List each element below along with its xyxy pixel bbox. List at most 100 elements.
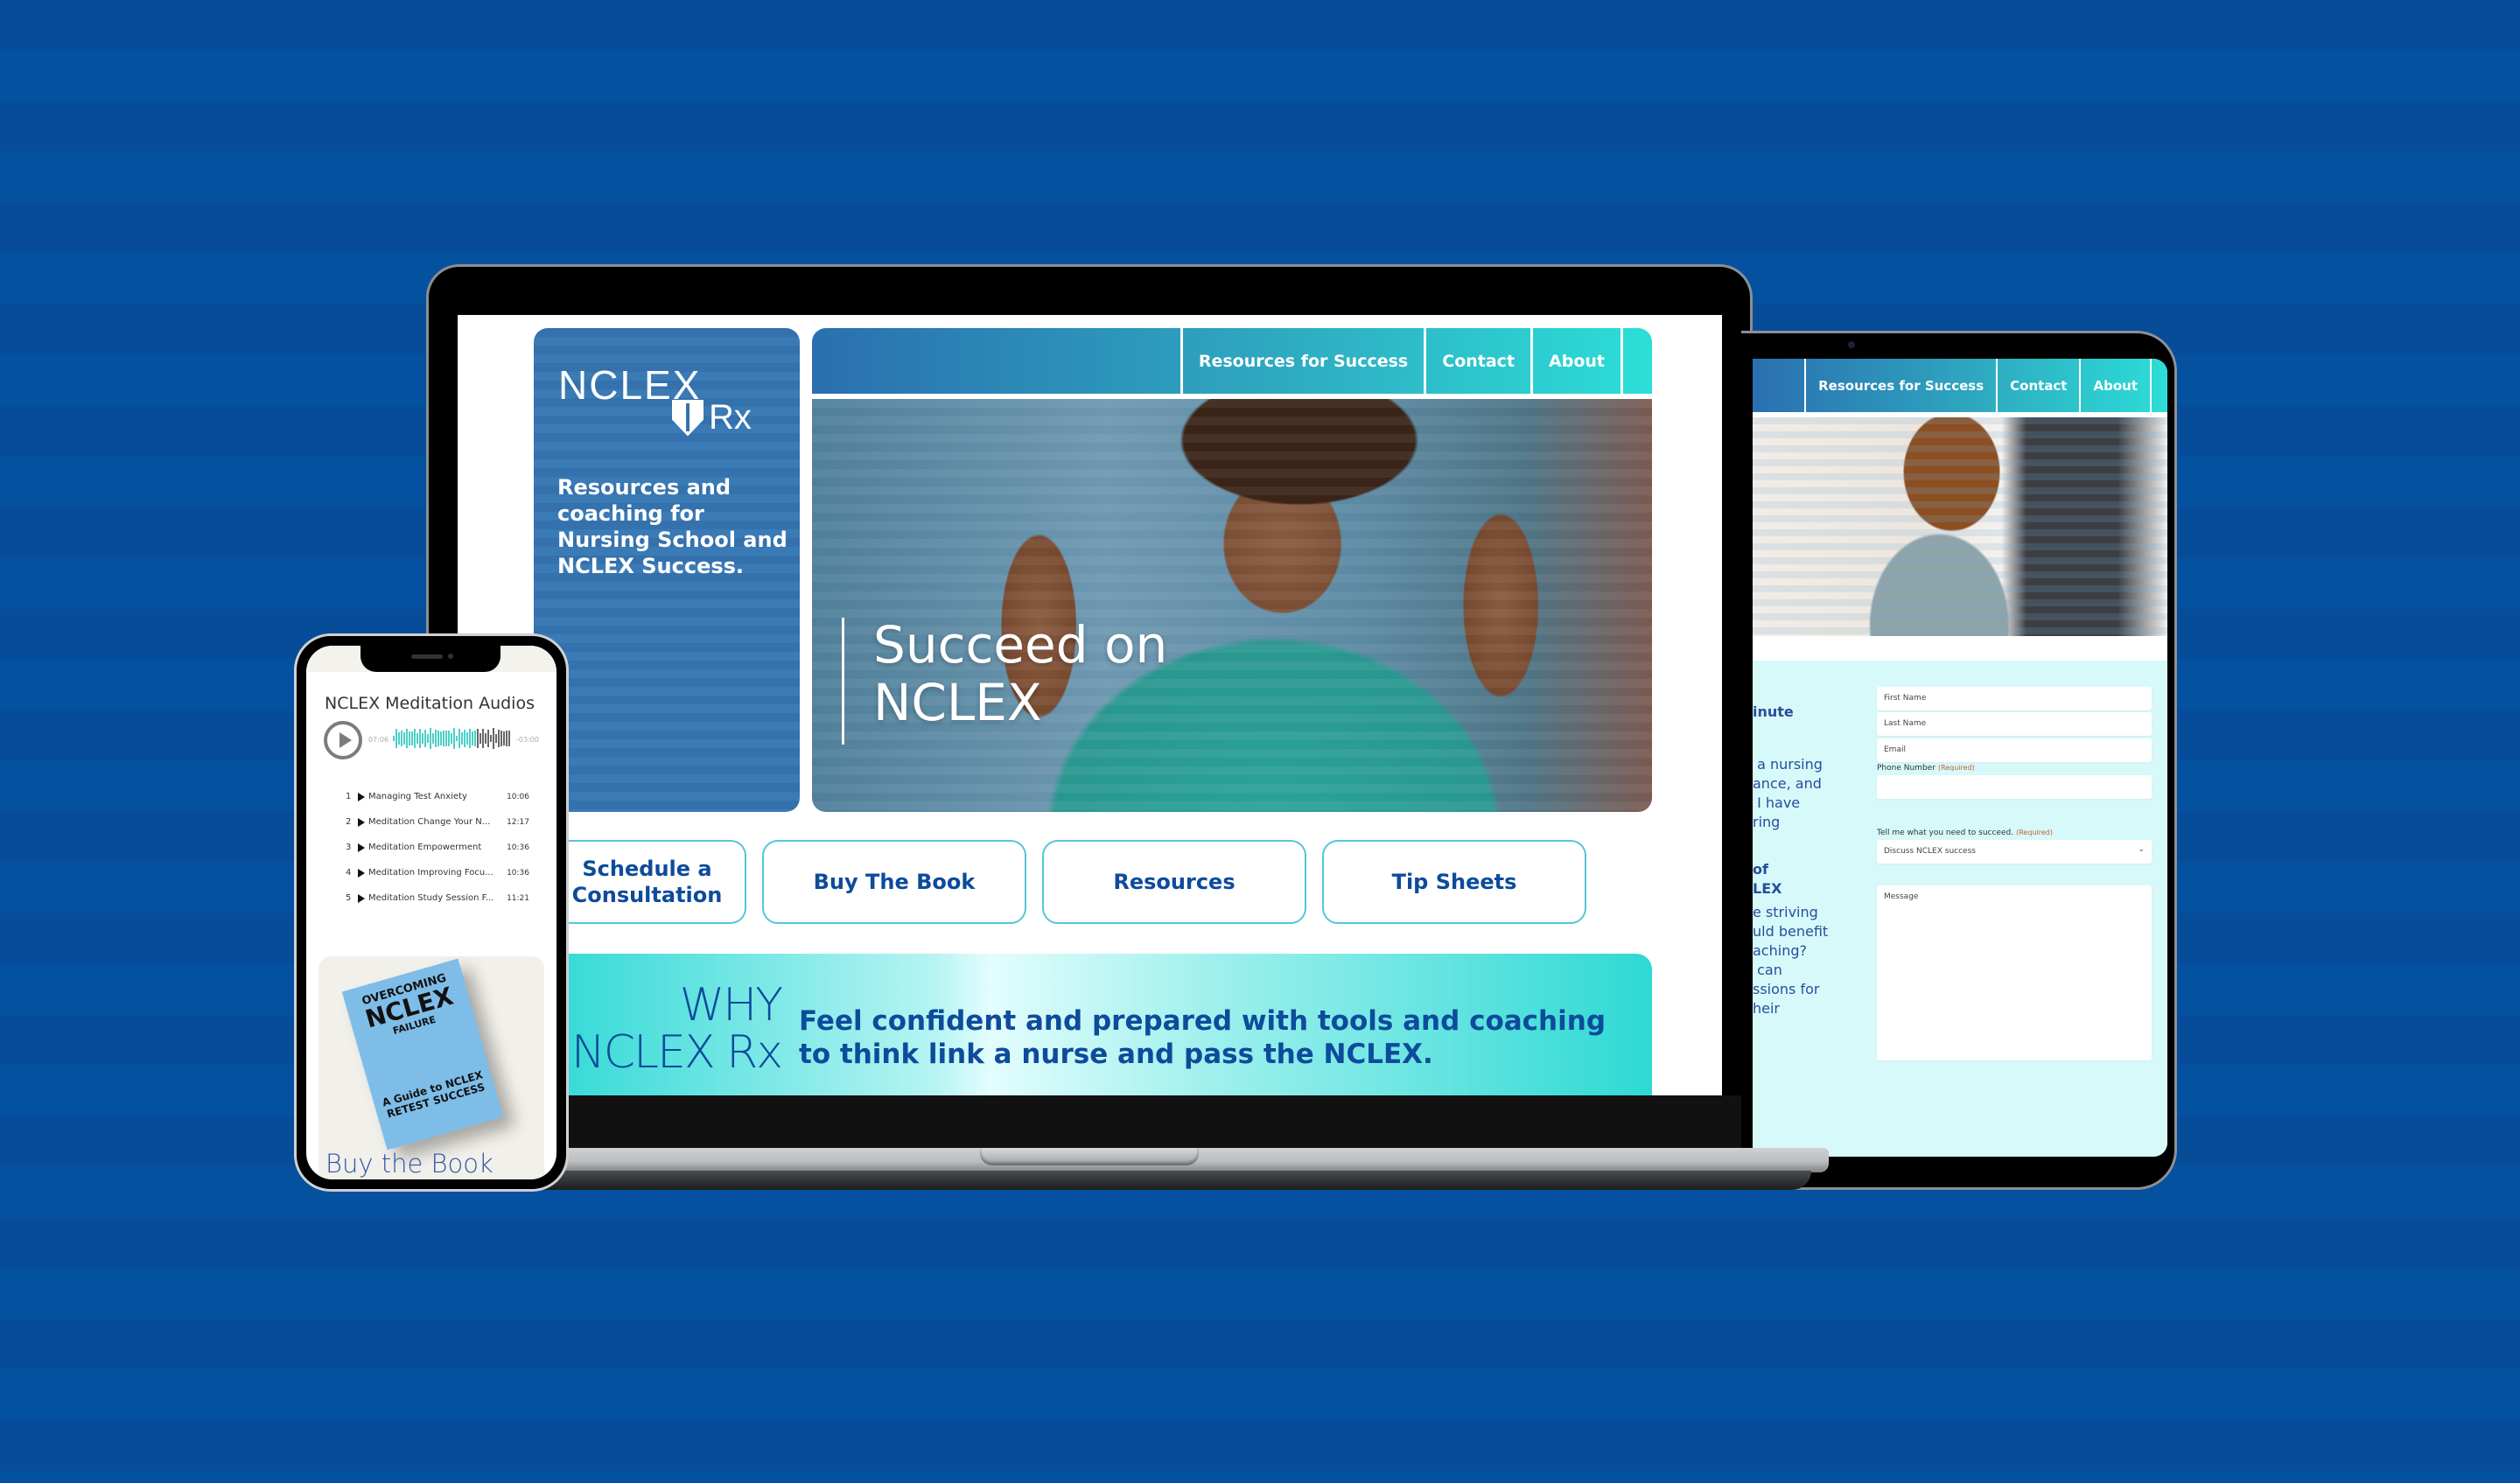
- track-duration: 10:36: [507, 843, 529, 852]
- waveform-bar: [414, 728, 416, 748]
- play-icon: [358, 792, 365, 801]
- track-item[interactable]: 5 Meditation Study Session F... 11:21: [346, 885, 529, 911]
- track-name: Meditation Change Your N...: [368, 817, 491, 827]
- laptop-base-shadow: [429, 1171, 1811, 1190]
- track-duration: 11:21: [507, 893, 529, 903]
- waveform-bar: [495, 733, 497, 744]
- phone-input[interactable]: [1877, 775, 2152, 799]
- waveform-bar: [416, 733, 418, 744]
- track-duration: 10:06: [507, 792, 529, 801]
- track-item[interactable]: 4 Meditation Improving Focu... 10:36: [346, 860, 529, 885]
- tablet-nav-contact[interactable]: Contact: [1996, 359, 2079, 412]
- waveform-bar: [424, 730, 426, 747]
- message-textarea[interactable]: Message: [1877, 885, 2152, 1060]
- waveform-bar: [474, 731, 476, 746]
- waveform-bar: [456, 735, 458, 742]
- track-item[interactable]: 3 Meditation Empowerment 10:36: [346, 835, 529, 860]
- waveform-bar: [458, 729, 460, 748]
- waveform-bar: [409, 731, 410, 745]
- audio-waveform-scrubber[interactable]: [393, 726, 512, 751]
- track-duration: 12:17: [507, 817, 529, 827]
- subheading-fragment: of LEX: [1753, 861, 1782, 897]
- track-number: 2: [346, 817, 352, 827]
- first-name-input[interactable]: First Name: [1877, 687, 2152, 710]
- tablet-screen: Resources for Success Contact About inut…: [1753, 359, 2167, 1157]
- waveform-bar: [464, 730, 466, 747]
- waveform-bar: [411, 731, 413, 746]
- need-label-text: Tell me what you need to succeed.: [1877, 829, 2014, 837]
- need-select[interactable]: Discuss NCLEX success ⌄: [1877, 840, 2152, 864]
- book-card[interactable]: OVERCOMING NCLEX FAILURE A Guide to NCLE…: [318, 956, 544, 1179]
- play-button[interactable]: [324, 721, 362, 759]
- book-cover[interactable]: OVERCOMING NCLEX FAILURE A Guide to NCLE…: [341, 958, 504, 1151]
- waveform-bar: [493, 728, 494, 749]
- phone-required-badge: (Required): [1937, 764, 1975, 772]
- resources-button[interactable]: Resources: [1042, 840, 1306, 924]
- track-item[interactable]: 2 Meditation Change Your N... 12:17: [346, 809, 529, 835]
- logo-rx[interactable]: Rx: [672, 398, 752, 437]
- tablet-nav-resources-for-success[interactable]: Resources for Success: [1804, 359, 1996, 412]
- nav-about[interactable]: About: [1530, 328, 1620, 394]
- waveform-bar: [401, 730, 402, 747]
- tablet-nav-about[interactable]: About: [2079, 359, 2150, 412]
- track-list: 1 Managing Test Anxiety 10:06 2 Meditati…: [346, 784, 529, 911]
- tablet-nav: Resources for Success Contact About: [1753, 359, 2167, 415]
- nav-resources-for-success[interactable]: Resources for Success: [1180, 328, 1424, 394]
- nurse-flexing-arms-photo: Succeed on NCLEX: [812, 399, 1652, 812]
- waveform-bar: [403, 731, 405, 745]
- waveform-bar: [396, 729, 397, 748]
- track-number: 1: [346, 792, 352, 801]
- waveform-bar: [469, 729, 471, 748]
- track-name: Managing Test Anxiety: [368, 792, 467, 801]
- waveform-bar: [480, 732, 481, 745]
- why-title-line1: WHY: [679, 979, 783, 1032]
- email-input[interactable]: Email: [1877, 738, 2152, 762]
- waveform-bar: [430, 728, 431, 749]
- waveform-bar: [487, 730, 489, 747]
- need-label: Tell me what you need to succeed. (Requir…: [1877, 829, 2053, 837]
- waveform-bar: [506, 730, 508, 747]
- waveform-bar: [461, 732, 463, 745]
- play-icon: [358, 843, 365, 852]
- play-icon: [358, 893, 365, 903]
- waveform-bar: [438, 730, 439, 747]
- waveform-bar: [472, 731, 473, 745]
- play-icon: [358, 868, 365, 878]
- need-selected-value: Discuss NCLEX success: [1884, 847, 1976, 856]
- track-number: 3: [346, 843, 352, 852]
- waveform-bar: [453, 728, 455, 749]
- buy-the-book-link[interactable]: Buy the Book: [326, 1149, 494, 1179]
- phone-screen: NCLEX Meditation Audios 07:06 -03:00 1 M…: [306, 646, 556, 1179]
- caduceus-shield-icon: [672, 399, 704, 437]
- audio-section-title: NCLEX Meditation Audios: [325, 694, 535, 713]
- track-name: Meditation Study Session F...: [368, 893, 494, 903]
- tip-sheets-button[interactable]: Tip Sheets: [1322, 840, 1586, 924]
- why-title: WHY NCLEX Rx: [550, 979, 783, 1079]
- waveform-bar: [490, 734, 492, 743]
- waveform-bar: [503, 731, 505, 746]
- nav-contact[interactable]: Contact: [1424, 328, 1530, 394]
- speaker-icon: [411, 654, 443, 659]
- schedule-consultation-button[interactable]: Schedule a Consultation: [550, 840, 746, 924]
- waveform-bar: [406, 729, 408, 748]
- waveform-bar: [448, 730, 450, 747]
- last-name-input[interactable]: Last Name: [1877, 712, 2152, 736]
- track-item[interactable]: 1 Managing Test Anxiety 10:06: [346, 784, 529, 809]
- laptop-screen: NCLEX Rx Resources and coaching for Nurs…: [458, 315, 1722, 1095]
- headline-accent-bar: [842, 618, 844, 745]
- play-icon: [358, 817, 365, 827]
- waveform-bar: [419, 729, 421, 748]
- tablet-nav-spacer: [2150, 359, 2167, 412]
- waveform-bar: [393, 736, 395, 741]
- woman-writing-calendar-photo: [1753, 417, 2167, 636]
- track-number: 4: [346, 868, 352, 878]
- brand-tagline: Resources and coaching for Nursing Schoo…: [557, 475, 788, 578]
- phone-label-text: Phone Number: [1877, 764, 1936, 773]
- why-title-line2: NCLEX Rx: [570, 1026, 783, 1079]
- waveform-bar: [427, 734, 429, 743]
- chevron-down-icon: ⌄: [2138, 845, 2145, 854]
- contact-form-section: inute a nursing ance, and I have ring of…: [1753, 661, 2167, 1157]
- buy-book-button[interactable]: Buy The Book: [762, 840, 1026, 924]
- section-gap: [1753, 636, 2167, 661]
- brand-panel: NCLEX Rx Resources and coaching for Nurs…: [534, 328, 800, 812]
